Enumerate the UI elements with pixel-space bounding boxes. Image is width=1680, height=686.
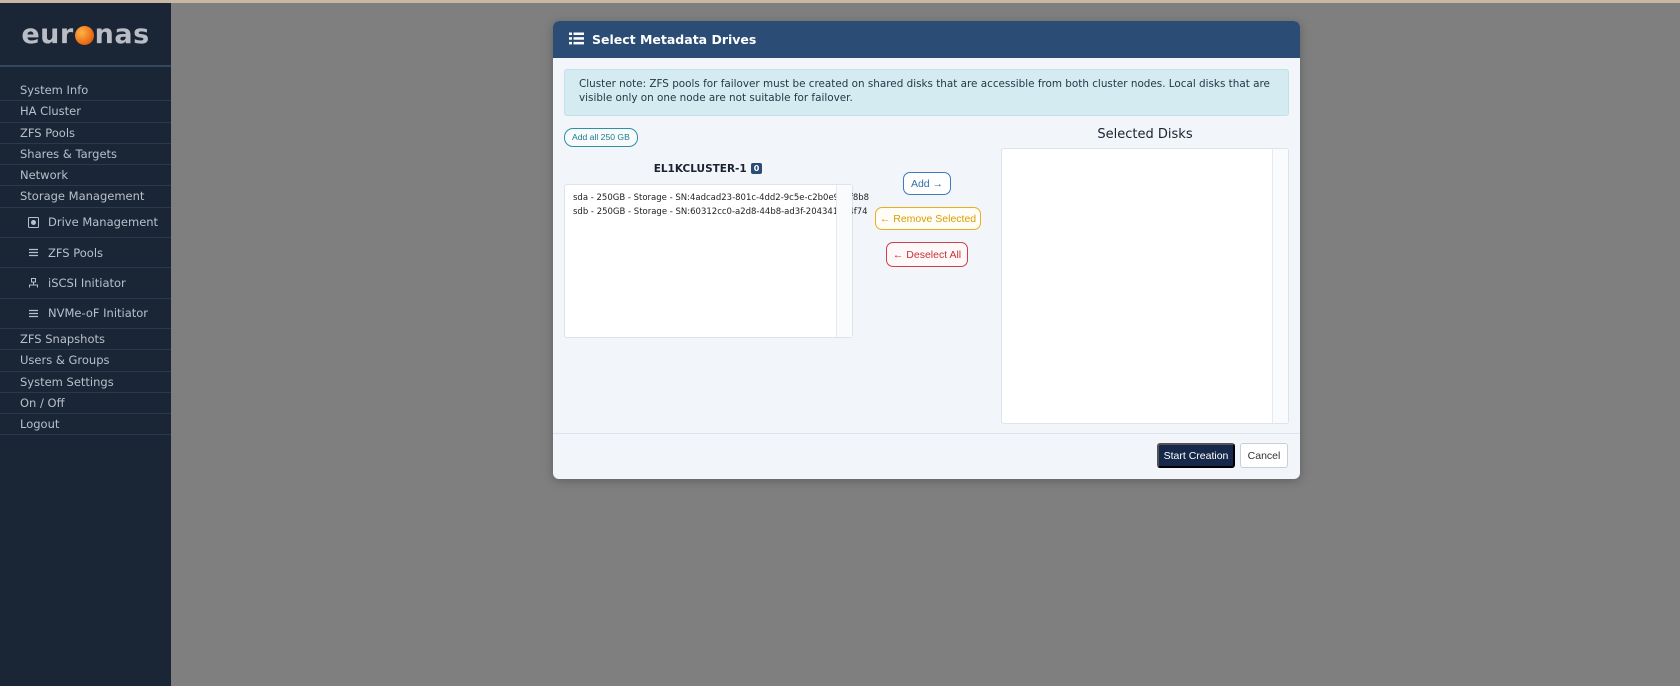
top-border <box>0 0 1680 3</box>
available-disks-scrollbar[interactable] <box>836 185 852 337</box>
selected-disks-list[interactable] <box>1001 148 1289 424</box>
sidebar-subitem-drive-management[interactable]: Drive Management <box>0 208 171 239</box>
sidebar-subitem-label: ZFS Pools <box>48 245 104 260</box>
remove-selected-button[interactable]: ← Remove Selected <box>875 207 981 230</box>
sidebar-item-storage-management[interactable]: Storage Management <box>0 186 171 208</box>
node-title: EL1KCLUSTER-1 0 <box>564 163 852 175</box>
dialog-header: Select Metadata Drives <box>553 21 1300 58</box>
sidebar-item-users-groups[interactable]: Users & Groups <box>0 350 171 372</box>
cluster-note-alert: Cluster note: ZFS pools for failover mus… <box>564 69 1289 116</box>
dialog-title: Select Metadata Drives <box>592 32 757 47</box>
logo-orb-icon <box>74 25 94 45</box>
selected-disks-title: Selected Disks <box>1097 127 1193 142</box>
sidebar-subitem-iscsi-initiator[interactable]: iSCSI Initiator <box>0 268 171 299</box>
sidebar-item-logout[interactable]: Logout <box>0 414 171 436</box>
disk-option-sda[interactable]: sda - 250GB - Storage - SN:4adcad23-801c… <box>565 191 869 205</box>
add-all-250gb-button[interactable]: Add all 250 GB <box>564 128 638 147</box>
deselect-all-button[interactable]: ← Deselect All <box>886 242 968 267</box>
sidebar-subitem-zfs-pools[interactable]: ZFS Pools <box>0 238 171 269</box>
logo-text: eur nas <box>21 18 150 50</box>
sidebar-nav: System Info HA Cluster ZFS Pools Shares … <box>0 80 171 436</box>
sidebar-item-system-info[interactable]: System Info <box>0 80 171 102</box>
sidebar-item-system-settings[interactable]: System Settings <box>0 372 171 393</box>
pool-layers-icon <box>27 247 39 259</box>
node-selected-count-badge: 0 <box>750 163 763 174</box>
sidebar-item-on-off[interactable]: On / Off <box>0 393 171 415</box>
available-disks-list[interactable]: sda - 250GB - Storage - SN:4adcad23-801c… <box>564 184 869 338</box>
drive-icon <box>27 216 39 228</box>
iscsi-network-icon <box>27 277 39 289</box>
sidebar-item-network[interactable]: Network <box>0 165 171 187</box>
sidebar-item-zfs-pools[interactable]: ZFS Pools <box>0 123 171 144</box>
list-icon <box>569 30 584 49</box>
sidebar-subitem-label: NVMe-oF Initiator <box>48 306 149 321</box>
dialog-footer: Start Creation Cancel <box>553 433 1300 479</box>
logo[interactable]: eur nas <box>0 3 171 67</box>
node-name: EL1KCLUSTER-1 <box>653 163 747 175</box>
sidebar-item-shares-targets[interactable]: Shares & Targets <box>0 144 171 166</box>
selected-disks-scrollbar[interactable] <box>1272 149 1288 423</box>
sidebar-item-ha-cluster[interactable]: HA Cluster <box>0 101 171 123</box>
cancel-button[interactable]: Cancel <box>1240 443 1288 468</box>
add-button[interactable]: Add → <box>903 172 951 195</box>
sidebar-subitem-label: iSCSI Initiator <box>48 276 126 291</box>
sidebar-subitem-nvmeof-initiator[interactable]: NVMe-oF Initiator <box>0 299 171 329</box>
sidebar-subitem-label: Drive Management <box>48 215 159 230</box>
sidebar-item-zfs-snapshots[interactable]: ZFS Snapshots <box>0 329 171 351</box>
disk-option-sdb[interactable]: sdb - 250GB - Storage - SN:60312cc0-a2d8… <box>565 205 868 219</box>
select-metadata-drives-dialog: Select Metadata Drives Cluster note: ZFS… <box>553 21 1300 479</box>
nvme-layers-icon <box>27 307 39 319</box>
start-creation-button[interactable]: Start Creation <box>1157 443 1235 468</box>
sidebar: eur nas System Info HA Cluster ZFS Pools … <box>0 3 171 686</box>
